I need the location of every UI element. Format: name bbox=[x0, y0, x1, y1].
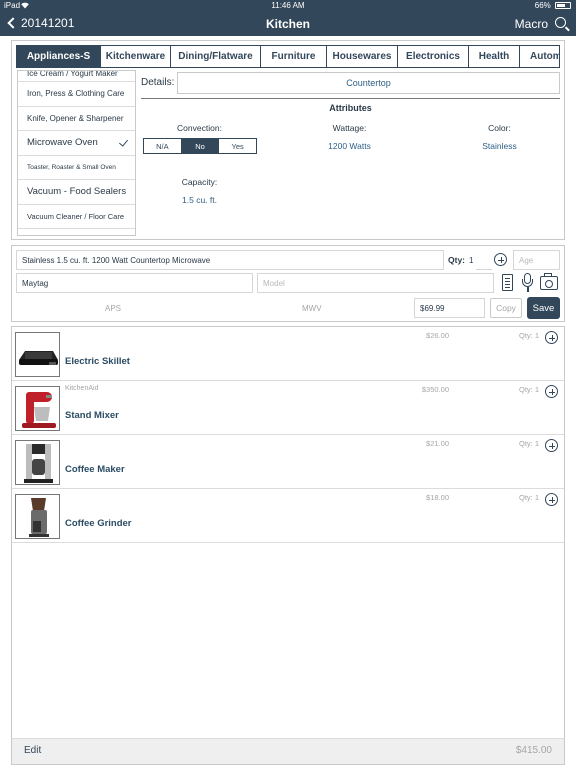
details-field[interactable]: Countertop bbox=[177, 72, 560, 94]
item-price: $21.00 bbox=[426, 439, 449, 448]
attributes-heading: Attributes bbox=[329, 103, 372, 113]
brand-field[interactable]: Maytag bbox=[16, 273, 253, 293]
tab-health[interactable]: Health bbox=[469, 46, 520, 67]
list-footer: Edit $415.00 bbox=[12, 738, 564, 764]
item-qty: Qty: 1 bbox=[518, 493, 539, 502]
list-item[interactable]: $18.00 Qty: 1 Coffee Grinder bbox=[12, 489, 564, 543]
item-qty: Qty: 1 bbox=[518, 439, 539, 448]
add-qty-icon[interactable] bbox=[494, 253, 507, 266]
list-item-selected[interactable]: Microwave Oven bbox=[18, 131, 135, 156]
convection-option-yes[interactable]: Yes bbox=[219, 139, 256, 153]
tab-appliances-s[interactable]: Appliances-S bbox=[17, 46, 101, 67]
tab-electronics[interactable]: Electronics bbox=[398, 46, 469, 67]
capacity-label: Capacity: bbox=[181, 177, 218, 187]
battery-icon bbox=[555, 2, 571, 9]
page-title: Kitchen bbox=[265, 17, 310, 31]
list-item[interactable]: Ice Cream / Yogurt Maker bbox=[18, 71, 135, 82]
category-label: Vacuum Cleaner / Floor Care bbox=[27, 211, 124, 221]
convection-label: Convection: bbox=[177, 123, 222, 133]
price-field[interactable]: $69.99 bbox=[414, 298, 485, 318]
coffee-grinder-thumbnail bbox=[15, 494, 60, 539]
item-qty: Qty: 1 bbox=[518, 331, 539, 340]
camera-icon[interactable] bbox=[540, 273, 558, 290]
clock: 11:46 AM bbox=[271, 1, 305, 10]
wattage-value[interactable]: 1200 Watts bbox=[312, 141, 387, 151]
total-amount: $415.00 bbox=[515, 745, 552, 756]
wattage-label: Wattage: bbox=[332, 123, 367, 133]
age-field[interactable]: Age bbox=[513, 250, 560, 270]
description-field[interactable]: Stainless 1.5 cu. ft. 1200 Watt Countert… bbox=[16, 250, 444, 270]
category-label: Ice Cream / Yogurt Maker bbox=[27, 70, 118, 78]
stand-mixer-thumbnail bbox=[15, 386, 60, 431]
code-aps: APS bbox=[105, 304, 122, 313]
item-name: Stand Mixer bbox=[65, 410, 119, 421]
edit-button[interactable]: Edit bbox=[24, 745, 41, 756]
tab-furniture[interactable]: Furniture bbox=[261, 46, 327, 67]
microphone-icon[interactable] bbox=[522, 273, 533, 292]
category-label: Iron, Press & Clothing Care bbox=[27, 89, 125, 99]
list-item[interactable]: $26.00 Qty: 1 Electric Skillet bbox=[12, 327, 564, 381]
qty-underline bbox=[476, 269, 492, 270]
notes-icon[interactable] bbox=[502, 274, 513, 291]
convection-segmented-control: N/A No Yes bbox=[143, 138, 257, 154]
category-label: Knife, Opener & Sharpener bbox=[27, 113, 124, 123]
category-label: Toaster, Roaster & Small Oven bbox=[27, 163, 116, 171]
list-item[interactable]: $21.00 Qty: 1 Coffee Maker bbox=[12, 435, 564, 489]
copy-button[interactable]: Copy bbox=[490, 298, 522, 318]
item-price: $18.00 bbox=[426, 493, 449, 502]
item-brand: KitchenAid bbox=[65, 385, 99, 392]
details-label: Details: bbox=[141, 77, 175, 88]
item-qty: Qty: 1 bbox=[518, 385, 539, 394]
qty-field[interactable]: 1 bbox=[464, 250, 488, 270]
list-item[interactable]: Iron, Press & Clothing Care bbox=[18, 82, 135, 107]
tab-kitchenware[interactable]: Kitchenware bbox=[101, 46, 171, 67]
color-value[interactable]: Stainless bbox=[462, 141, 537, 151]
item-price: $26.00 bbox=[426, 331, 449, 340]
add-item-icon[interactable] bbox=[545, 385, 558, 398]
list-item[interactable]: KitchenAid $350.00 Qty: 1 Stand Mixer bbox=[12, 381, 564, 435]
color-label: Color: bbox=[488, 123, 511, 133]
list-item[interactable]: Knife, Opener & Sharpener bbox=[18, 107, 135, 131]
model-field[interactable]: Model bbox=[257, 273, 494, 293]
list-item[interactable]: Vacuum - Food Sealers bbox=[18, 180, 135, 205]
item-list: $26.00 Qty: 1 Electric Skillet KitchenAi… bbox=[11, 326, 565, 765]
qty-label: Qty: bbox=[448, 255, 465, 265]
item-name: Coffee Grinder bbox=[65, 518, 132, 529]
tab-housewares[interactable]: Housewares bbox=[327, 46, 398, 67]
list-item[interactable]: Vacuum Cleaner / Floor Care bbox=[18, 205, 135, 229]
tab-automotive[interactable]: Automo bbox=[520, 46, 559, 67]
add-item-icon[interactable] bbox=[545, 493, 558, 506]
code-mwv: MWV bbox=[302, 304, 322, 313]
category-panel: Appliances-S Kitchenware Dining/Flatware… bbox=[11, 40, 565, 240]
coffee-maker-thumbnail bbox=[15, 440, 60, 485]
battery-status: 66% bbox=[535, 1, 571, 10]
tab-dining-flatware[interactable]: Dining/Flatware bbox=[171, 46, 261, 67]
convection-option-no[interactable]: No bbox=[181, 139, 220, 153]
battery-percent: 66% bbox=[534, 1, 551, 10]
category-tabs: Appliances-S Kitchenware Dining/Flatware… bbox=[16, 45, 560, 68]
divider bbox=[141, 98, 560, 99]
search-icon[interactable] bbox=[555, 17, 566, 28]
list-item[interactable]: Toaster, Roaster & Small Oven bbox=[18, 156, 135, 180]
electric-skillet-thumbnail bbox=[15, 332, 60, 377]
macro-button[interactable]: Macro bbox=[515, 17, 548, 31]
navigation-bar: iPad 11:46 AM 66% 20141201 Kitchen Macro bbox=[0, 0, 576, 36]
checkmark-icon bbox=[119, 137, 128, 147]
item-name: Coffee Maker bbox=[65, 464, 125, 475]
category-label: Vacuum - Food Sealers bbox=[27, 186, 127, 198]
add-item-icon[interactable] bbox=[545, 439, 558, 452]
item-price: $350.00 bbox=[421, 385, 449, 394]
save-button[interactable]: Save bbox=[527, 297, 560, 319]
item-name: Electric Skillet bbox=[65, 356, 130, 367]
category-label: Microwave Oven bbox=[27, 137, 98, 149]
add-item-icon[interactable] bbox=[545, 331, 558, 344]
capacity-value[interactable]: 1.5 cu. ft. bbox=[162, 195, 237, 205]
item-editor: Stainless 1.5 cu. ft. 1200 Watt Countert… bbox=[11, 245, 565, 322]
category-list: Ice Cream / Yogurt Maker Iron, Press & C… bbox=[17, 70, 136, 236]
convection-option-na[interactable]: N/A bbox=[144, 139, 182, 153]
